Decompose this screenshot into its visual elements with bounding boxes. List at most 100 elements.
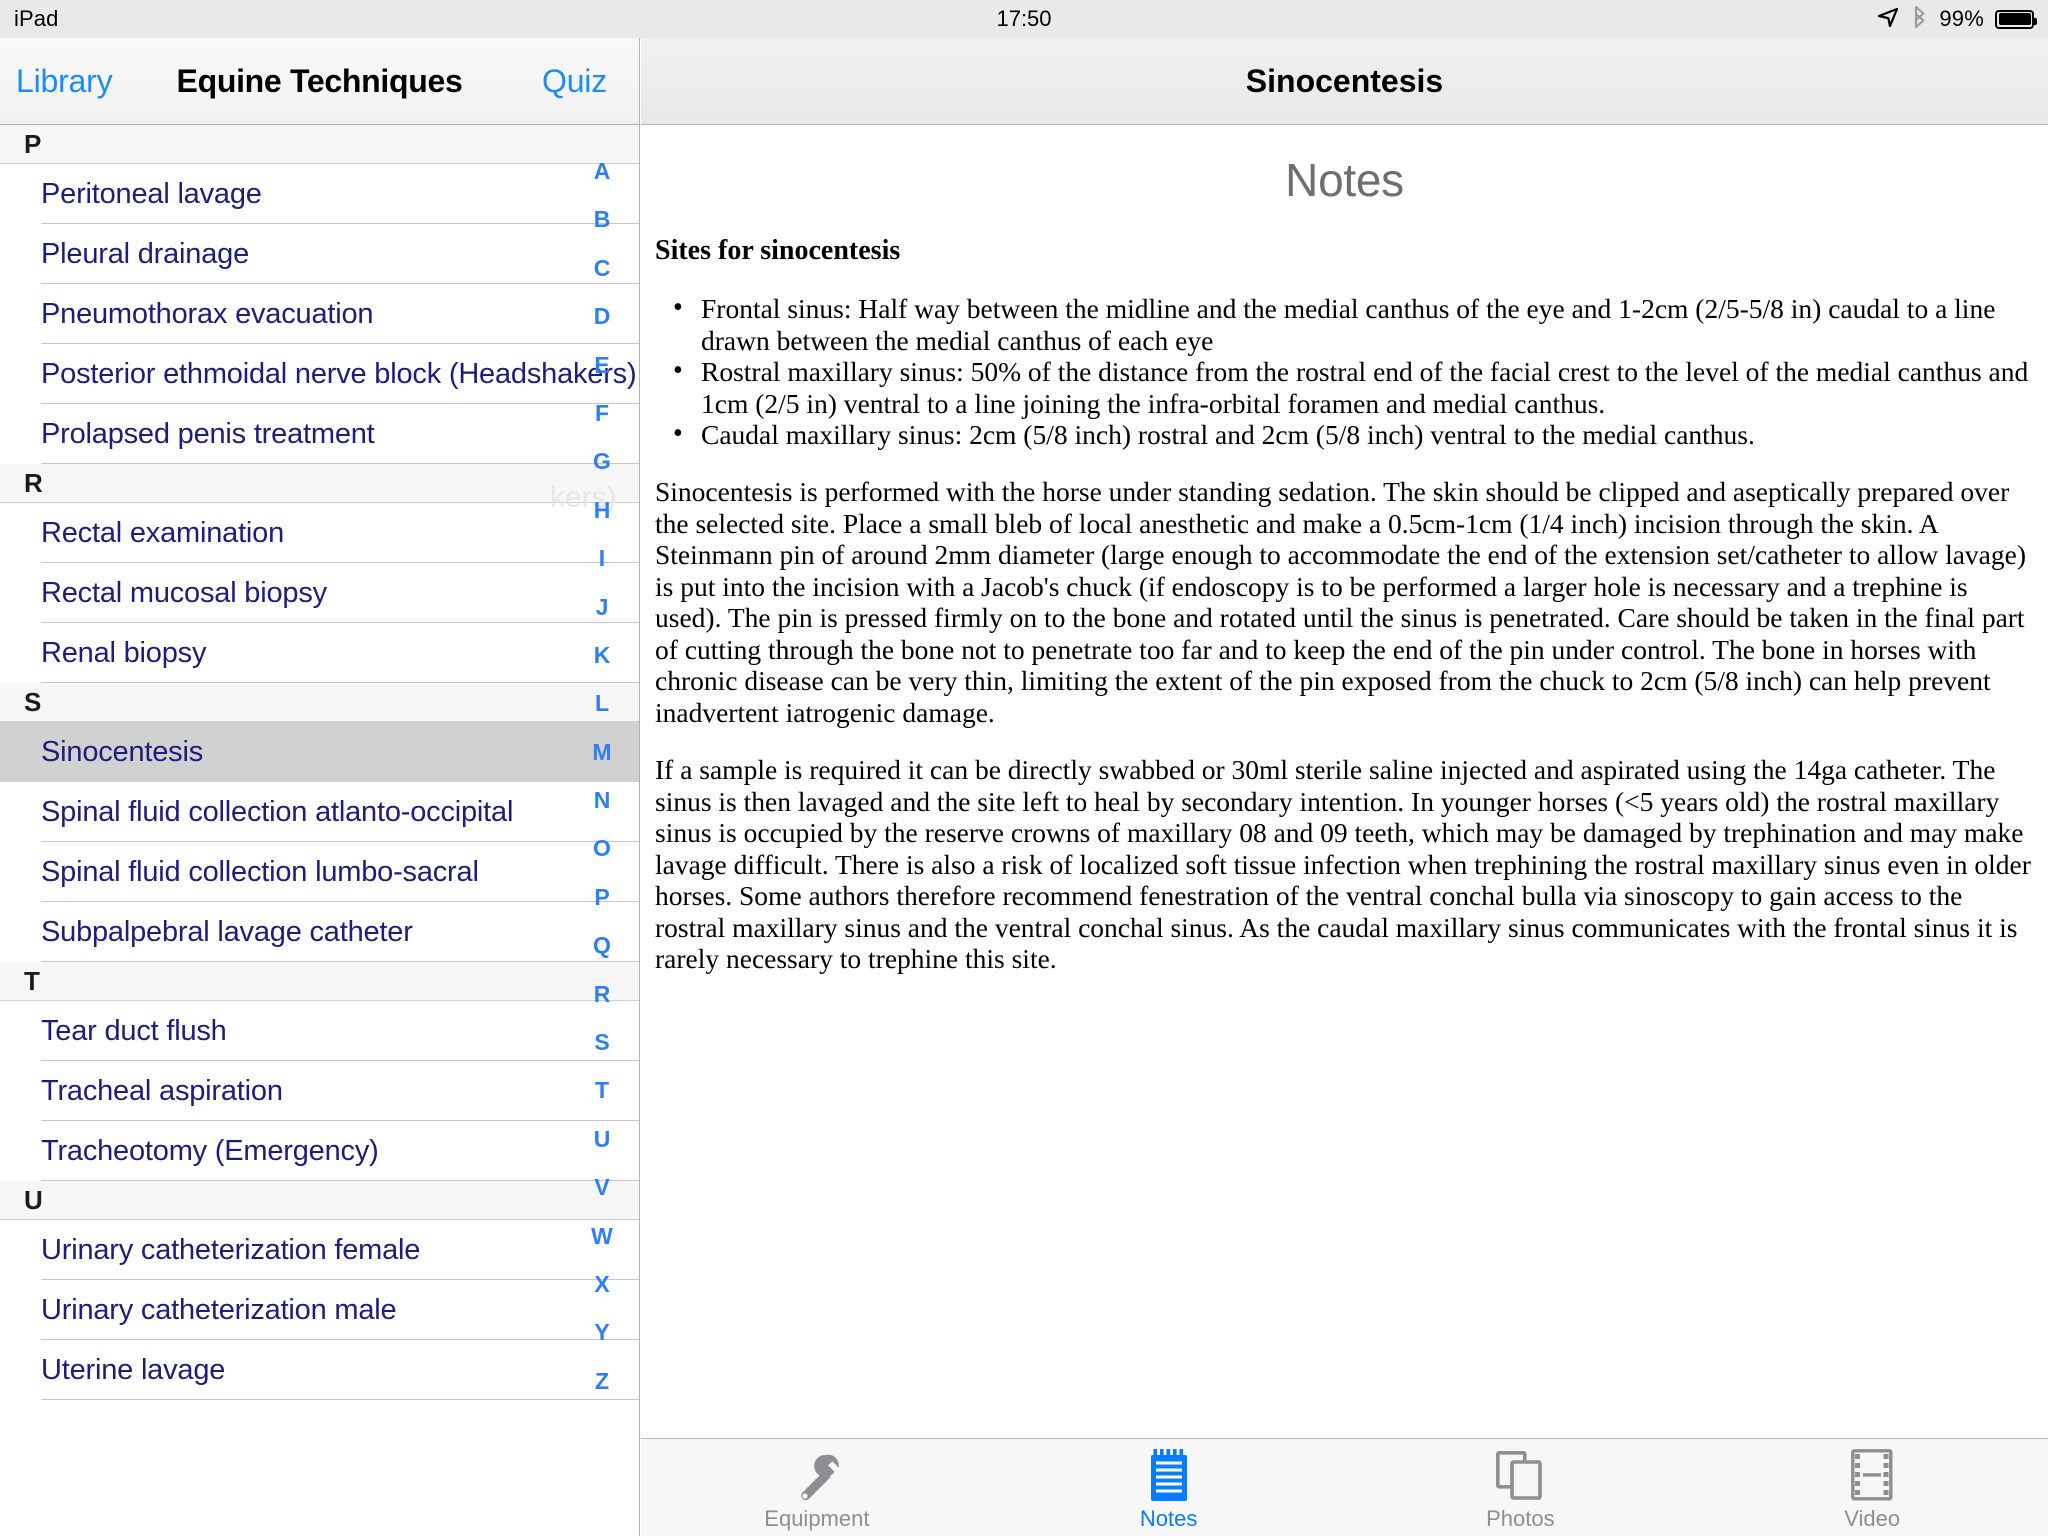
list-item-label: Prolapsed penis treatment: [41, 417, 375, 450]
status-bar-indicators: 99%: [1876, 0, 2037, 38]
technique-list[interactable]: P Peritoneal lavage Pleural drainage Pneumo…: [0, 125, 639, 1536]
list-item-label: Sinocentesis: [41, 735, 204, 768]
alphabet-index-letter-f[interactable]: F: [582, 389, 622, 437]
tab-video[interactable]: Video: [1696, 1439, 2048, 1536]
master-pane: Library Equine Techniques Quiz P Peritone…: [0, 38, 640, 1536]
alphabet-index-letter-h[interactable]: H: [582, 486, 622, 534]
list-item[interactable]: Tear duct flush: [0, 1001, 639, 1061]
bluetooth-icon: [1911, 4, 1928, 35]
notes-paragraph: Sinocentesis is performed with the horse…: [655, 476, 2026, 728]
notepad-icon: [1149, 1447, 1189, 1501]
section-header-r: R: [0, 464, 639, 503]
alphabet-index-letter-a[interactable]: A: [582, 147, 622, 195]
alphabet-index-letter-x[interactable]: X: [582, 1260, 622, 1308]
notes-section-heading: Notes: [1285, 154, 1404, 206]
notes-bullet-item: Caudal maxillary sinus: 2cm (5/8 inch) r…: [673, 418, 2034, 451]
bottom-tab-bar: Equipment Notes Photos Video: [641, 1438, 2048, 1536]
notes-article: Sites for sinocentesis Frontal sinus: Ha…: [641, 213, 2048, 975]
alphabet-index-letter-w[interactable]: W: [582, 1212, 622, 1260]
notes-bullet-item: Frontal sinus: Half way between the midl…: [673, 292, 2034, 356]
list-item-label: Pleural drainage: [41, 237, 249, 270]
list-item-label: Spinal fluid collection lumbo-sacral: [41, 855, 479, 888]
status-bar: iPad 17:50 99%: [0, 0, 2048, 38]
alphabet-index-letter-y[interactable]: Y: [582, 1308, 622, 1356]
alphabet-index-letter-p[interactable]: P: [582, 873, 622, 921]
list-item-label: Posterior ethmoidal nerve block (Headsha…: [41, 357, 637, 390]
list-item-label: Tracheotomy (Emergency): [41, 1134, 379, 1167]
alphabet-index-letter-j[interactable]: J: [582, 583, 622, 631]
list-item-label: Pneumothorax evacuation: [41, 297, 374, 330]
battery-icon: [1995, 9, 2037, 29]
status-bar-clock: 17:50: [996, 6, 1052, 31]
notes-heading: Sites for sinocentesis: [655, 235, 901, 266]
list-item-label: Urinary catheterization male: [41, 1293, 397, 1326]
photos-icon: [1496, 1447, 1544, 1501]
alphabet-index-letter-r[interactable]: R: [582, 970, 622, 1018]
alphabet-index-letter-g[interactable]: G: [582, 437, 622, 485]
tab-photos[interactable]: Photos: [1345, 1439, 1697, 1536]
list-item[interactable]: Prolapsed penis treatment: [0, 404, 639, 464]
notes-bullet-list: Frontal sinus: Half way between the midl…: [655, 292, 2034, 451]
ipad-app-window: iPad 17:50 99% Library Equine Techniques…: [0, 0, 2048, 1536]
list-item-label: Rectal examination: [41, 516, 285, 549]
alphabet-index-letter-q[interactable]: Q: [582, 921, 622, 969]
list-item[interactable]: Pleural drainage: [0, 224, 639, 284]
tab-label: Equipment: [764, 1506, 870, 1531]
list-item[interactable]: Pneumothorax evacuation: [0, 284, 639, 344]
list-item[interactable]: Urinary catheterization female: [0, 1220, 639, 1280]
tab-label: Video: [1844, 1506, 1901, 1531]
notes-paragraph: If a sample is required it can be direct…: [655, 754, 2031, 975]
quiz-button[interactable]: Quiz: [542, 63, 607, 100]
alphabet-index-letter-e[interactable]: E: [582, 341, 622, 389]
list-item-label: Renal biopsy: [41, 636, 207, 669]
alphabet-index-scrubber[interactable]: ABCDEFGHIJKLMNOPQRSTUVWXYZ: [582, 129, 622, 1529]
list-item[interactable]: Spinal fluid collection atlanto-occipita…: [0, 782, 639, 842]
alphabet-index-letter-z[interactable]: Z: [582, 1357, 622, 1405]
wrench-icon: [794, 1447, 840, 1501]
list-item[interactable]: Subpalpebral lavage catheter: [0, 902, 639, 962]
list-item[interactable]: Urinary catheterization male: [0, 1280, 639, 1340]
list-item[interactable]: Peritoneal lavage: [0, 164, 639, 224]
alphabet-index-letter-m[interactable]: M: [582, 728, 622, 776]
alphabet-index-letter-o[interactable]: O: [582, 824, 622, 872]
list-item[interactable]: Tracheal aspiration: [0, 1061, 639, 1121]
alphabet-index-letter-n[interactable]: N: [582, 776, 622, 824]
list-item[interactable]: Sinocentesis: [0, 722, 639, 782]
alphabet-index-letter-l[interactable]: L: [582, 679, 622, 727]
notes-paragraph-group: Sinocentesis is performed with the horse…: [655, 476, 2034, 974]
detail-title: Sinocentesis: [1245, 62, 1444, 99]
list-item-label: Rectal mucosal biopsy: [41, 576, 327, 609]
list-item-label: Subpalpebral lavage catheter: [41, 915, 413, 948]
tab-label: Notes: [1139, 1506, 1198, 1531]
alphabet-index-letter-k[interactable]: K: [582, 631, 622, 679]
list-item-label: Tear duct flush: [41, 1014, 227, 1047]
list-item[interactable]: Rectal examination: [0, 503, 639, 563]
alphabet-index-letter-s[interactable]: S: [582, 1018, 622, 1066]
notes-scroll-view[interactable]: Notes Sites for sinocentesis Frontal sin…: [641, 125, 2048, 1438]
alphabet-index-letter-b[interactable]: B: [582, 195, 622, 243]
detail-navigation-bar: Sinocentesis: [641, 38, 2048, 125]
list-item[interactable]: Uterine lavage: [0, 1340, 639, 1400]
list-item-label: Tracheal aspiration: [41, 1074, 283, 1107]
alphabet-index-letter-d[interactable]: D: [582, 292, 622, 340]
section-header-p: P: [0, 125, 639, 164]
list-item[interactable]: Spinal fluid collection lumbo-sacral: [0, 842, 639, 902]
list-item[interactable]: Posterior ethmoidal nerve block (Headsha…: [0, 344, 639, 404]
list-item-label: Urinary catheterization female: [41, 1233, 421, 1266]
tab-label: Photos: [1486, 1506, 1555, 1531]
list-item-label: Peritoneal lavage: [41, 177, 262, 210]
master-navigation-bar: Library Equine Techniques Quiz: [0, 38, 639, 125]
section-header-u: U: [0, 1181, 639, 1220]
alphabet-index-letter-t[interactable]: T: [582, 1066, 622, 1114]
alphabet-index-letter-c[interactable]: C: [582, 244, 622, 292]
list-item-label: Uterine lavage: [41, 1353, 226, 1386]
tab-equipment[interactable]: Equipment: [641, 1439, 993, 1536]
list-item[interactable]: Rectal mucosal biopsy: [0, 563, 639, 623]
list-item[interactable]: Tracheotomy (Emergency): [0, 1121, 639, 1181]
alphabet-index-letter-v[interactable]: V: [582, 1163, 622, 1211]
alphabet-index-letter-u[interactable]: U: [582, 1115, 622, 1163]
tab-notes[interactable]: Notes: [993, 1439, 1345, 1536]
location-arrow-icon: [1876, 5, 1900, 34]
list-item[interactable]: Renal biopsy: [0, 623, 639, 683]
alphabet-index-letter-i[interactable]: I: [582, 534, 622, 582]
